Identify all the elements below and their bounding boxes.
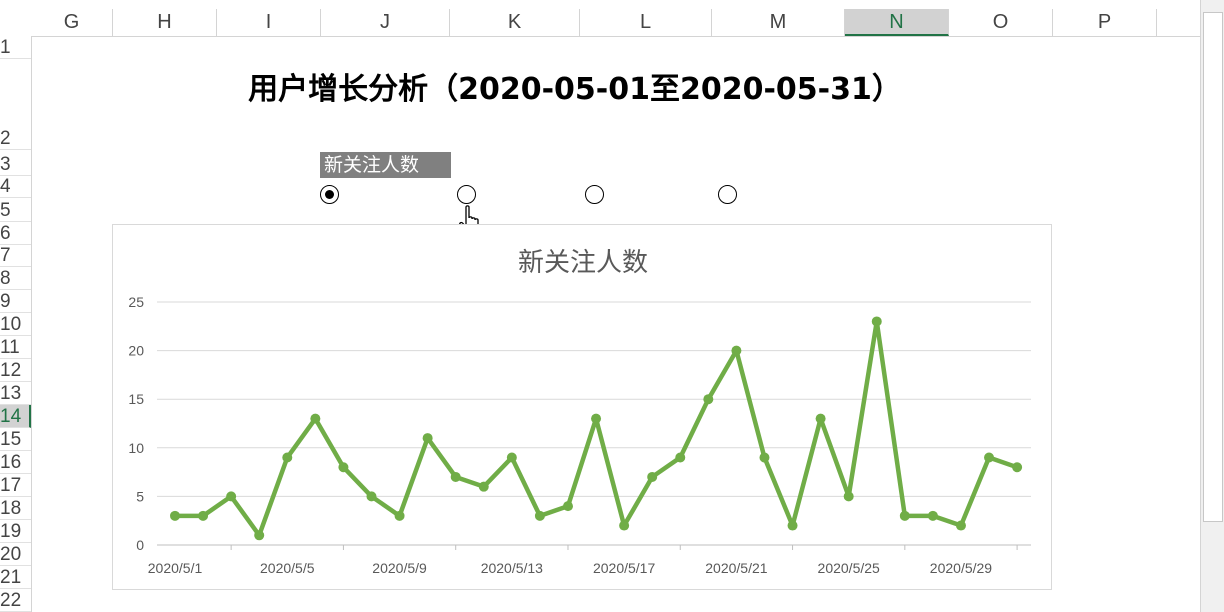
row-header-10[interactable]: 10	[0, 313, 31, 336]
row-header-15[interactable]: 15	[0, 428, 31, 451]
row-header-19[interactable]: 19	[0, 520, 31, 543]
x-tick-label: 2020/5/5	[260, 560, 315, 576]
metric-radio-4[interactable]	[718, 185, 737, 204]
row-header-17[interactable]: 17	[0, 474, 31, 497]
data-point[interactable]	[226, 491, 237, 502]
column-header-G[interactable]: G	[31, 9, 113, 36]
row-header-12[interactable]: 12	[0, 359, 31, 382]
row-header-20[interactable]: 20	[0, 543, 31, 566]
row-header-11[interactable]: 11	[0, 336, 31, 359]
row-header-16[interactable]: 16	[0, 451, 31, 474]
data-point[interactable]	[170, 510, 180, 521]
radio-selected-dot	[324, 189, 334, 199]
row-header-21[interactable]: 21	[0, 566, 31, 589]
metric-radio-3[interactable]	[585, 185, 604, 204]
data-point[interactable]	[450, 471, 461, 482]
column-header-L[interactable]: L	[580, 9, 712, 36]
data-point[interactable]	[422, 433, 433, 444]
data-point[interactable]	[506, 452, 517, 463]
column-header-I[interactable]: I	[217, 9, 321, 36]
chart-plot-area: 0 5 10 15 20 25 2020/5/1 2020/5/5 2020/5/9 2020/5…	[128, 294, 1031, 576]
data-point[interactable]	[647, 471, 658, 482]
column-header-N[interactable]: N	[845, 9, 949, 36]
column-header-H[interactable]: H	[113, 9, 217, 36]
data-point[interactable]	[899, 510, 910, 521]
row-header-4[interactable]: 4	[0, 176, 31, 198]
data-point[interactable]	[955, 520, 966, 531]
row-header-18[interactable]: 18	[0, 497, 31, 520]
column-header-J[interactable]: J	[321, 9, 450, 36]
data-point[interactable]	[366, 491, 377, 502]
y-tick-label: 5	[136, 488, 144, 504]
row-header-7[interactable]: 7	[0, 245, 31, 267]
data-point[interactable]	[198, 510, 209, 521]
row-header-3[interactable]: 3	[0, 150, 31, 176]
row-header-1[interactable]: 1	[0, 36, 31, 59]
x-tick-label: 2020/5/21	[705, 560, 767, 576]
y-tick-label: 20	[128, 343, 144, 359]
row-header-13[interactable]: 13	[0, 382, 31, 405]
row-header-bar: 1 2 3 4 5 6 7 8 9 10 11 12 13 14 15 16 17 18 19 20 21 22	[0, 36, 32, 612]
x-tick-label: 2020/5/1	[148, 560, 203, 576]
x-tick-label: 2020/5/25	[818, 560, 880, 576]
vertical-scrollbar[interactable]	[1200, 0, 1224, 612]
row-header-14[interactable]: 14	[0, 405, 31, 428]
row-header-22[interactable]: 22	[0, 589, 31, 612]
column-header-K[interactable]: K	[450, 9, 580, 36]
data-point[interactable]	[534, 510, 545, 521]
metric-radio-2[interactable]	[457, 185, 476, 204]
row-header-6[interactable]: 6	[0, 222, 31, 245]
data-point[interactable]	[759, 452, 770, 463]
y-tick-label: 25	[128, 294, 144, 310]
data-point[interactable]	[282, 452, 293, 463]
data-point[interactable]	[394, 510, 405, 521]
column-header-M[interactable]: M	[712, 9, 845, 36]
data-point[interactable]	[815, 413, 826, 424]
data-point[interactable]	[478, 481, 489, 492]
data-point[interactable]	[591, 413, 602, 424]
data-point[interactable]	[984, 452, 995, 463]
row-header-8[interactable]: 8	[0, 267, 31, 290]
row-header-9[interactable]: 9	[0, 290, 31, 313]
column-header-O[interactable]: O	[949, 9, 1053, 36]
data-point[interactable]	[843, 491, 854, 502]
data-point[interactable]	[703, 394, 714, 405]
data-point[interactable]	[787, 520, 798, 531]
data-point[interactable]	[1012, 462, 1023, 473]
data-point[interactable]	[619, 520, 630, 531]
y-tick-label: 0	[136, 537, 144, 553]
x-tick-label: 2020/5/13	[481, 560, 543, 576]
column-header-bar: GHIJKLMNOP	[0, 0, 1200, 37]
column-header-P[interactable]: P	[1053, 9, 1157, 36]
scrollbar-thumb[interactable]	[1203, 12, 1223, 522]
series-line[interactable]	[172, 319, 1020, 538]
data-point[interactable]	[871, 316, 882, 327]
metric-radio-1[interactable]	[320, 185, 339, 204]
y-tick-label: 15	[128, 391, 144, 407]
data-point[interactable]	[731, 345, 742, 356]
x-tick-label: 2020/5/9	[372, 560, 427, 576]
data-point[interactable]	[927, 510, 938, 521]
data-point[interactable]	[310, 413, 321, 424]
data-point[interactable]	[338, 462, 349, 473]
data-point[interactable]	[254, 530, 265, 541]
data-point[interactable]	[675, 452, 686, 463]
x-tick-label: 2020/5/17	[593, 560, 655, 576]
data-point[interactable]	[562, 501, 573, 512]
report-title: 用户增长分析（2020-05-01至2020-05-31）	[248, 72, 902, 107]
row-header-5[interactable]: 5	[0, 198, 31, 222]
x-tick-label: 2020/5/29	[930, 560, 992, 576]
y-tick-label: 10	[128, 440, 144, 456]
metric-label[interactable]: 新关注人数	[320, 152, 451, 178]
line-chart[interactable]: 新关注人数 0 5 10 15 20 25 2020/5/1 2020/5/5 2020/5/9…	[112, 224, 1052, 590]
